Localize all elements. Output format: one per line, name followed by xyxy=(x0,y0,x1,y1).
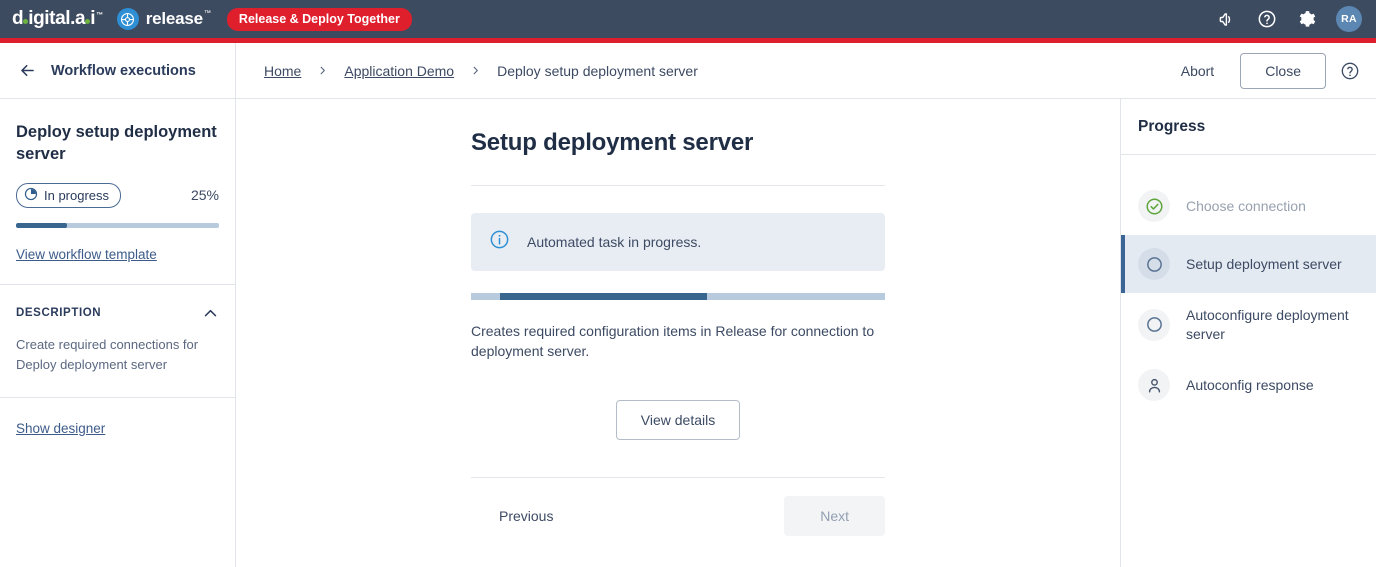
progress-bar xyxy=(16,222,219,228)
description-section: DESCRIPTION Create required connections … xyxy=(0,285,235,398)
sub-header: Workflow executions Home Application Dem… xyxy=(0,43,1376,99)
view-details-button[interactable]: View details xyxy=(615,400,741,441)
previous-button[interactable]: Previous xyxy=(471,496,581,536)
pie-clock-icon xyxy=(24,187,38,204)
description-header[interactable]: DESCRIPTION xyxy=(16,305,219,322)
info-alert: Automated task in progress. xyxy=(471,213,885,271)
wizard-navigation: Previous Next xyxy=(471,496,885,537)
sub-header-actions: Abort Close xyxy=(1167,52,1376,89)
description-text: Create required connections for Deploy d… xyxy=(16,336,199,372)
progress-step-list: Choose connection Setup deployment serve… xyxy=(1121,155,1376,414)
top-bar-actions: RA xyxy=(1216,6,1362,32)
top-bar: d ​igital.a ​i ™ release ™ Release & Deploy… xyxy=(0,0,1376,43)
check-circle-icon xyxy=(1138,190,1170,222)
progress-step-label: Autoconfig response xyxy=(1186,376,1314,393)
back-to-workflow-executions[interactable]: Workflow executions xyxy=(0,43,236,98)
progress-step-setup-deployment-server[interactable]: Setup deployment server xyxy=(1121,235,1376,293)
digital-ai-logo[interactable]: d ​igital.a ​i ™ xyxy=(12,8,103,30)
progress-sidebar-title: Progress xyxy=(1138,117,1206,135)
progress-step-autoconfig-response[interactable]: Autoconfig response xyxy=(1121,356,1376,414)
task-description: Creates required configuration items in … xyxy=(471,323,875,360)
breadcrumb: Home Application Demo Deploy setup deplo… xyxy=(236,63,714,79)
view-workflow-template-link[interactable]: View workflow template xyxy=(16,247,157,262)
execution-status-row: In progress 25% xyxy=(16,182,219,208)
breadcrumb-item-current: Deploy setup deployment server xyxy=(497,62,698,79)
progress-step-choose-connection[interactable]: Choose connection xyxy=(1121,177,1376,235)
logo-dot-icon xyxy=(85,19,91,24)
promo-pill[interactable]: Release & Deploy Together xyxy=(226,7,412,31)
divider xyxy=(471,477,885,479)
designer-section: Show designer xyxy=(0,398,235,460)
main-content: Setup deployment server Automated task i… xyxy=(236,99,1120,567)
status-badge: In progress xyxy=(16,182,122,208)
logo-dot-icon xyxy=(23,19,29,24)
progress-bar-fill xyxy=(16,222,67,228)
close-button[interactable]: Close xyxy=(1240,52,1326,89)
chevron-right-icon xyxy=(317,65,328,76)
page-title: Setup deployment server xyxy=(471,129,754,156)
divider xyxy=(471,185,885,186)
indeterminate-progress-fill xyxy=(499,293,707,300)
left-sidebar: Deploy setup deployment server In progre… xyxy=(0,99,236,567)
description-label: DESCRIPTION xyxy=(16,307,102,320)
digital-ai-trademark: ™ xyxy=(96,12,103,19)
release-logo-text: release xyxy=(145,9,203,28)
help-circle-icon[interactable] xyxy=(1256,8,1278,30)
info-circle-icon xyxy=(489,229,510,255)
release-trademark: ™ xyxy=(203,9,211,17)
breadcrumb-item-application-demo[interactable]: Application Demo xyxy=(328,63,470,79)
digital-ai-logo-text: d ​igital.a ​i xyxy=(12,8,96,29)
progress-step-autoconfigure-deployment-server[interactable]: Autoconfigure deployment server xyxy=(1121,293,1376,356)
task-stage: Setup deployment server Automated task i… xyxy=(471,99,885,567)
sub-header-title: Workflow executions xyxy=(51,62,196,79)
release-badge-icon xyxy=(116,8,139,30)
indeterminate-progress-bar xyxy=(471,293,885,300)
help-circle-icon[interactable] xyxy=(1340,61,1360,81)
abort-button[interactable]: Abort xyxy=(1167,55,1228,87)
breadcrumb-item-home[interactable]: Home xyxy=(248,63,317,79)
execution-title: Deploy setup deployment server xyxy=(16,123,217,164)
gear-icon[interactable] xyxy=(1296,8,1318,30)
view-details-row: View details xyxy=(471,400,885,441)
show-designer-link[interactable]: Show designer xyxy=(16,421,105,436)
avatar[interactable]: RA xyxy=(1336,6,1362,32)
progress-step-label: Setup deployment server xyxy=(1186,255,1342,272)
release-logo[interactable]: release ™ xyxy=(116,8,211,30)
info-alert-text: Automated task in progress. xyxy=(527,234,702,250)
progress-step-label: Choose connection xyxy=(1186,197,1306,214)
person-icon xyxy=(1138,369,1170,402)
page-body: Deploy setup deployment server In progre… xyxy=(0,99,1376,567)
progress-sidebar-header: Progress xyxy=(1121,99,1376,155)
next-button[interactable]: Next xyxy=(784,496,885,537)
circle-outline-icon xyxy=(1138,308,1170,341)
circle-outline-icon xyxy=(1138,248,1170,280)
arrow-left-icon[interactable] xyxy=(18,61,37,80)
status-badge-label: In progress xyxy=(44,187,110,203)
chevron-up-icon[interactable] xyxy=(202,305,219,322)
execution-summary: Deploy setup deployment server In progre… xyxy=(0,99,235,285)
announcement-icon[interactable] xyxy=(1216,8,1238,30)
progress-step-label: Autoconfigure deployment server xyxy=(1186,307,1349,342)
progress-percent: 25% xyxy=(190,187,219,204)
chevron-right-icon xyxy=(470,65,481,76)
progress-sidebar: Progress Choose connection Setup deploym… xyxy=(1120,99,1376,567)
